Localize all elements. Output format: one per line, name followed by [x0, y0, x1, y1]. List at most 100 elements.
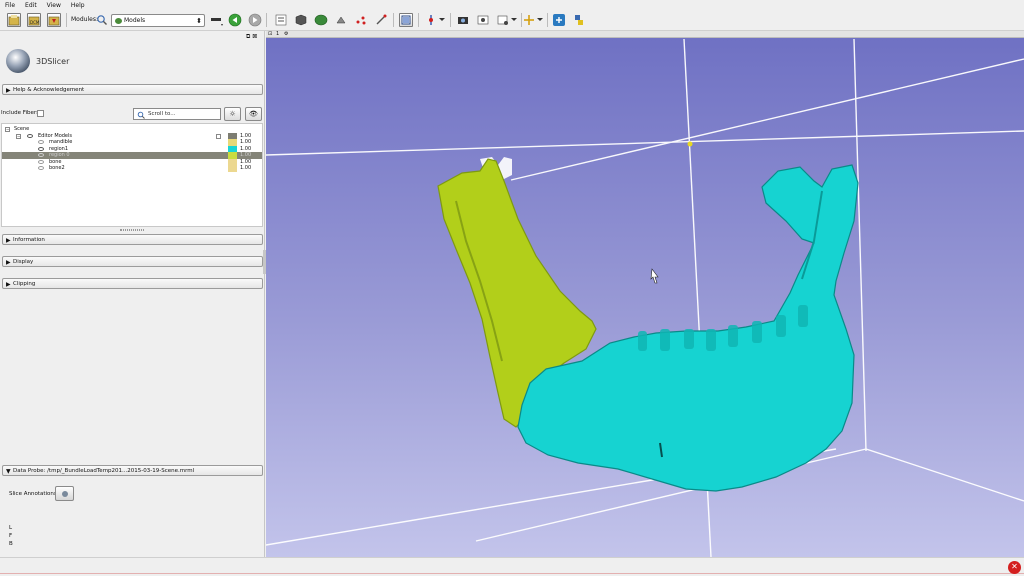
status-divider	[0, 573, 1024, 574]
crosshair-icon[interactable]	[424, 13, 438, 27]
triangle-right-icon: ▶	[6, 87, 11, 94]
markups-module-icon[interactable]	[354, 13, 368, 27]
data-probe-section[interactable]: ▼ Data Probe: /tmp/_BundleLoadTemp201...…	[2, 465, 263, 476]
toolbar-separator	[66, 13, 67, 27]
forward-icon[interactable]	[248, 13, 262, 27]
clipping-section[interactable]: ▶ Clipping	[2, 278, 263, 289]
toolbar-separator	[547, 13, 548, 27]
include-fibers-label: Include Fibers	[1, 110, 40, 116]
triangle-right-icon: ▶	[6, 237, 11, 244]
models-module-icon[interactable]	[314, 13, 328, 27]
toolbar-separator	[266, 13, 267, 27]
app-name: 3DSlicer	[36, 57, 70, 66]
3d-scene	[266, 38, 1024, 557]
load-data-icon[interactable]	[7, 13, 21, 27]
tree-row-bone2[interactable]: bone2 1.00	[2, 165, 262, 172]
transforms-module-icon[interactable]	[334, 13, 348, 27]
extension-manager-icon[interactable]	[552, 13, 566, 27]
toolbar-separator	[450, 13, 451, 27]
color-swatch[interactable]	[228, 165, 237, 172]
slice-annotations-label: Slice Annotations:	[9, 491, 59, 497]
load-dicom-icon[interactable]: DCM	[27, 13, 41, 27]
search-icon	[137, 111, 145, 119]
scroll-to-input[interactable]: Scroll to...	[133, 108, 221, 120]
status-bar: ✕	[0, 557, 1024, 576]
modules-label: Modules:	[71, 16, 98, 23]
svg-text:DCM: DCM	[30, 20, 40, 25]
display-section[interactable]: ▶ Display	[2, 256, 263, 267]
view-controller-bar[interactable]: ⊡ 1 ⚙	[266, 31, 1024, 38]
section-label: Information	[13, 236, 45, 243]
hide-hidden-nodes-button[interactable]: ☼	[224, 107, 241, 121]
chevron-down-icon[interactable]	[536, 15, 544, 29]
menu-help[interactable]: Help	[71, 2, 85, 9]
models-tree[interactable]: − Scene − Editor Models 1.00 mandible 1.…	[1, 123, 263, 227]
chevron-down-icon[interactable]	[510, 15, 518, 29]
editor-module-icon[interactable]	[374, 13, 388, 27]
module-history-icon[interactable]	[210, 13, 224, 27]
visibility-checkbox[interactable]	[216, 133, 221, 139]
section-label: Display	[13, 258, 34, 265]
view-tab-label: 1	[276, 31, 280, 37]
menu-edit[interactable]: Edit	[25, 2, 37, 9]
scroll-to-placeholder: Scroll to...	[148, 111, 176, 117]
scene-restore-icon[interactable]	[496, 13, 510, 27]
help-acknowledgement-section[interactable]: ▶ Help & Acknowledgement	[2, 84, 263, 95]
place-fiducial-icon[interactable]	[522, 13, 536, 27]
save-icon[interactable]	[47, 13, 61, 27]
slicer-logo-icon	[6, 49, 30, 73]
probe-letter-l: L	[9, 525, 13, 531]
back-icon[interactable]	[228, 13, 242, 27]
include-fibers-checkbox[interactable]	[37, 110, 44, 117]
eye-closed-icon[interactable]	[38, 166, 44, 170]
chevron-down-icon: ⬍	[196, 17, 202, 25]
data-probe-label: Data Probe: /tmp/_BundleLoadTemp201...20…	[13, 467, 195, 474]
mouse-cursor-icon	[650, 268, 659, 284]
menu-file[interactable]: File	[5, 2, 15, 9]
eye-closed-icon[interactable]	[38, 140, 44, 144]
collapse-icon[interactable]: −	[5, 127, 10, 132]
3d-view[interactable]	[266, 31, 1024, 557]
screenshot-icon[interactable]	[456, 13, 470, 27]
collapse-icon[interactable]: −	[16, 133, 21, 139]
triangle-down-icon: ▼	[6, 468, 11, 475]
crosshair-point	[687, 141, 693, 147]
eye-icon[interactable]	[38, 146, 44, 151]
pin-icon[interactable]: ⊡	[268, 31, 272, 37]
probe-letter-f: F	[9, 533, 13, 539]
bounding-box	[266, 38, 1024, 557]
slice-annotations-button[interactable]	[55, 486, 74, 501]
module-selector[interactable]: Models ⬍	[111, 14, 205, 27]
eye-closed-icon[interactable]	[38, 159, 44, 164]
models-module-icon	[115, 18, 122, 24]
python-icon[interactable]	[572, 13, 586, 27]
eye-icon[interactable]	[27, 133, 33, 138]
splitter-handle[interactable]	[120, 229, 144, 231]
eye-icon[interactable]	[38, 153, 44, 157]
scene-view-icon[interactable]	[476, 13, 490, 27]
chevron-down-icon[interactable]	[438, 15, 446, 29]
toolbar-separator	[418, 13, 419, 27]
information-section[interactable]: ▶ Information	[2, 234, 263, 245]
section-label: Help & Acknowledgement	[13, 86, 85, 93]
toolbar-separator	[393, 13, 394, 27]
probe-letter-b: B	[9, 541, 13, 547]
view-settings-icon[interactable]: ⚙	[284, 31, 288, 37]
eye-icon: 👁	[249, 110, 258, 118]
module-panel: ⧉ ⊠ 3DSlicer ▶ Help & Acknowledgement In…	[0, 31, 265, 576]
data-module-icon[interactable]	[274, 13, 288, 27]
layout-icon[interactable]	[399, 13, 413, 27]
error-icon[interactable]: ✕	[1008, 561, 1021, 574]
sun-icon: ☼	[229, 110, 236, 118]
triangle-right-icon: ▶	[6, 259, 11, 266]
menu-bar: File Edit View Help	[0, 0, 1024, 10]
search-icon[interactable]	[96, 14, 110, 28]
panel-float-close-icons[interactable]: ⧉ ⊠	[246, 33, 257, 41]
toolbar: DCM Modules: Models ⬍	[0, 10, 1024, 31]
triangle-right-icon: ▶	[6, 281, 11, 288]
menu-view[interactable]: View	[47, 2, 61, 9]
volumes-module-icon[interactable]	[294, 13, 308, 27]
toggle-visibility-button[interactable]: 👁	[245, 107, 262, 121]
module-selected-label: Models	[124, 17, 146, 24]
section-label: Clipping	[13, 280, 36, 287]
